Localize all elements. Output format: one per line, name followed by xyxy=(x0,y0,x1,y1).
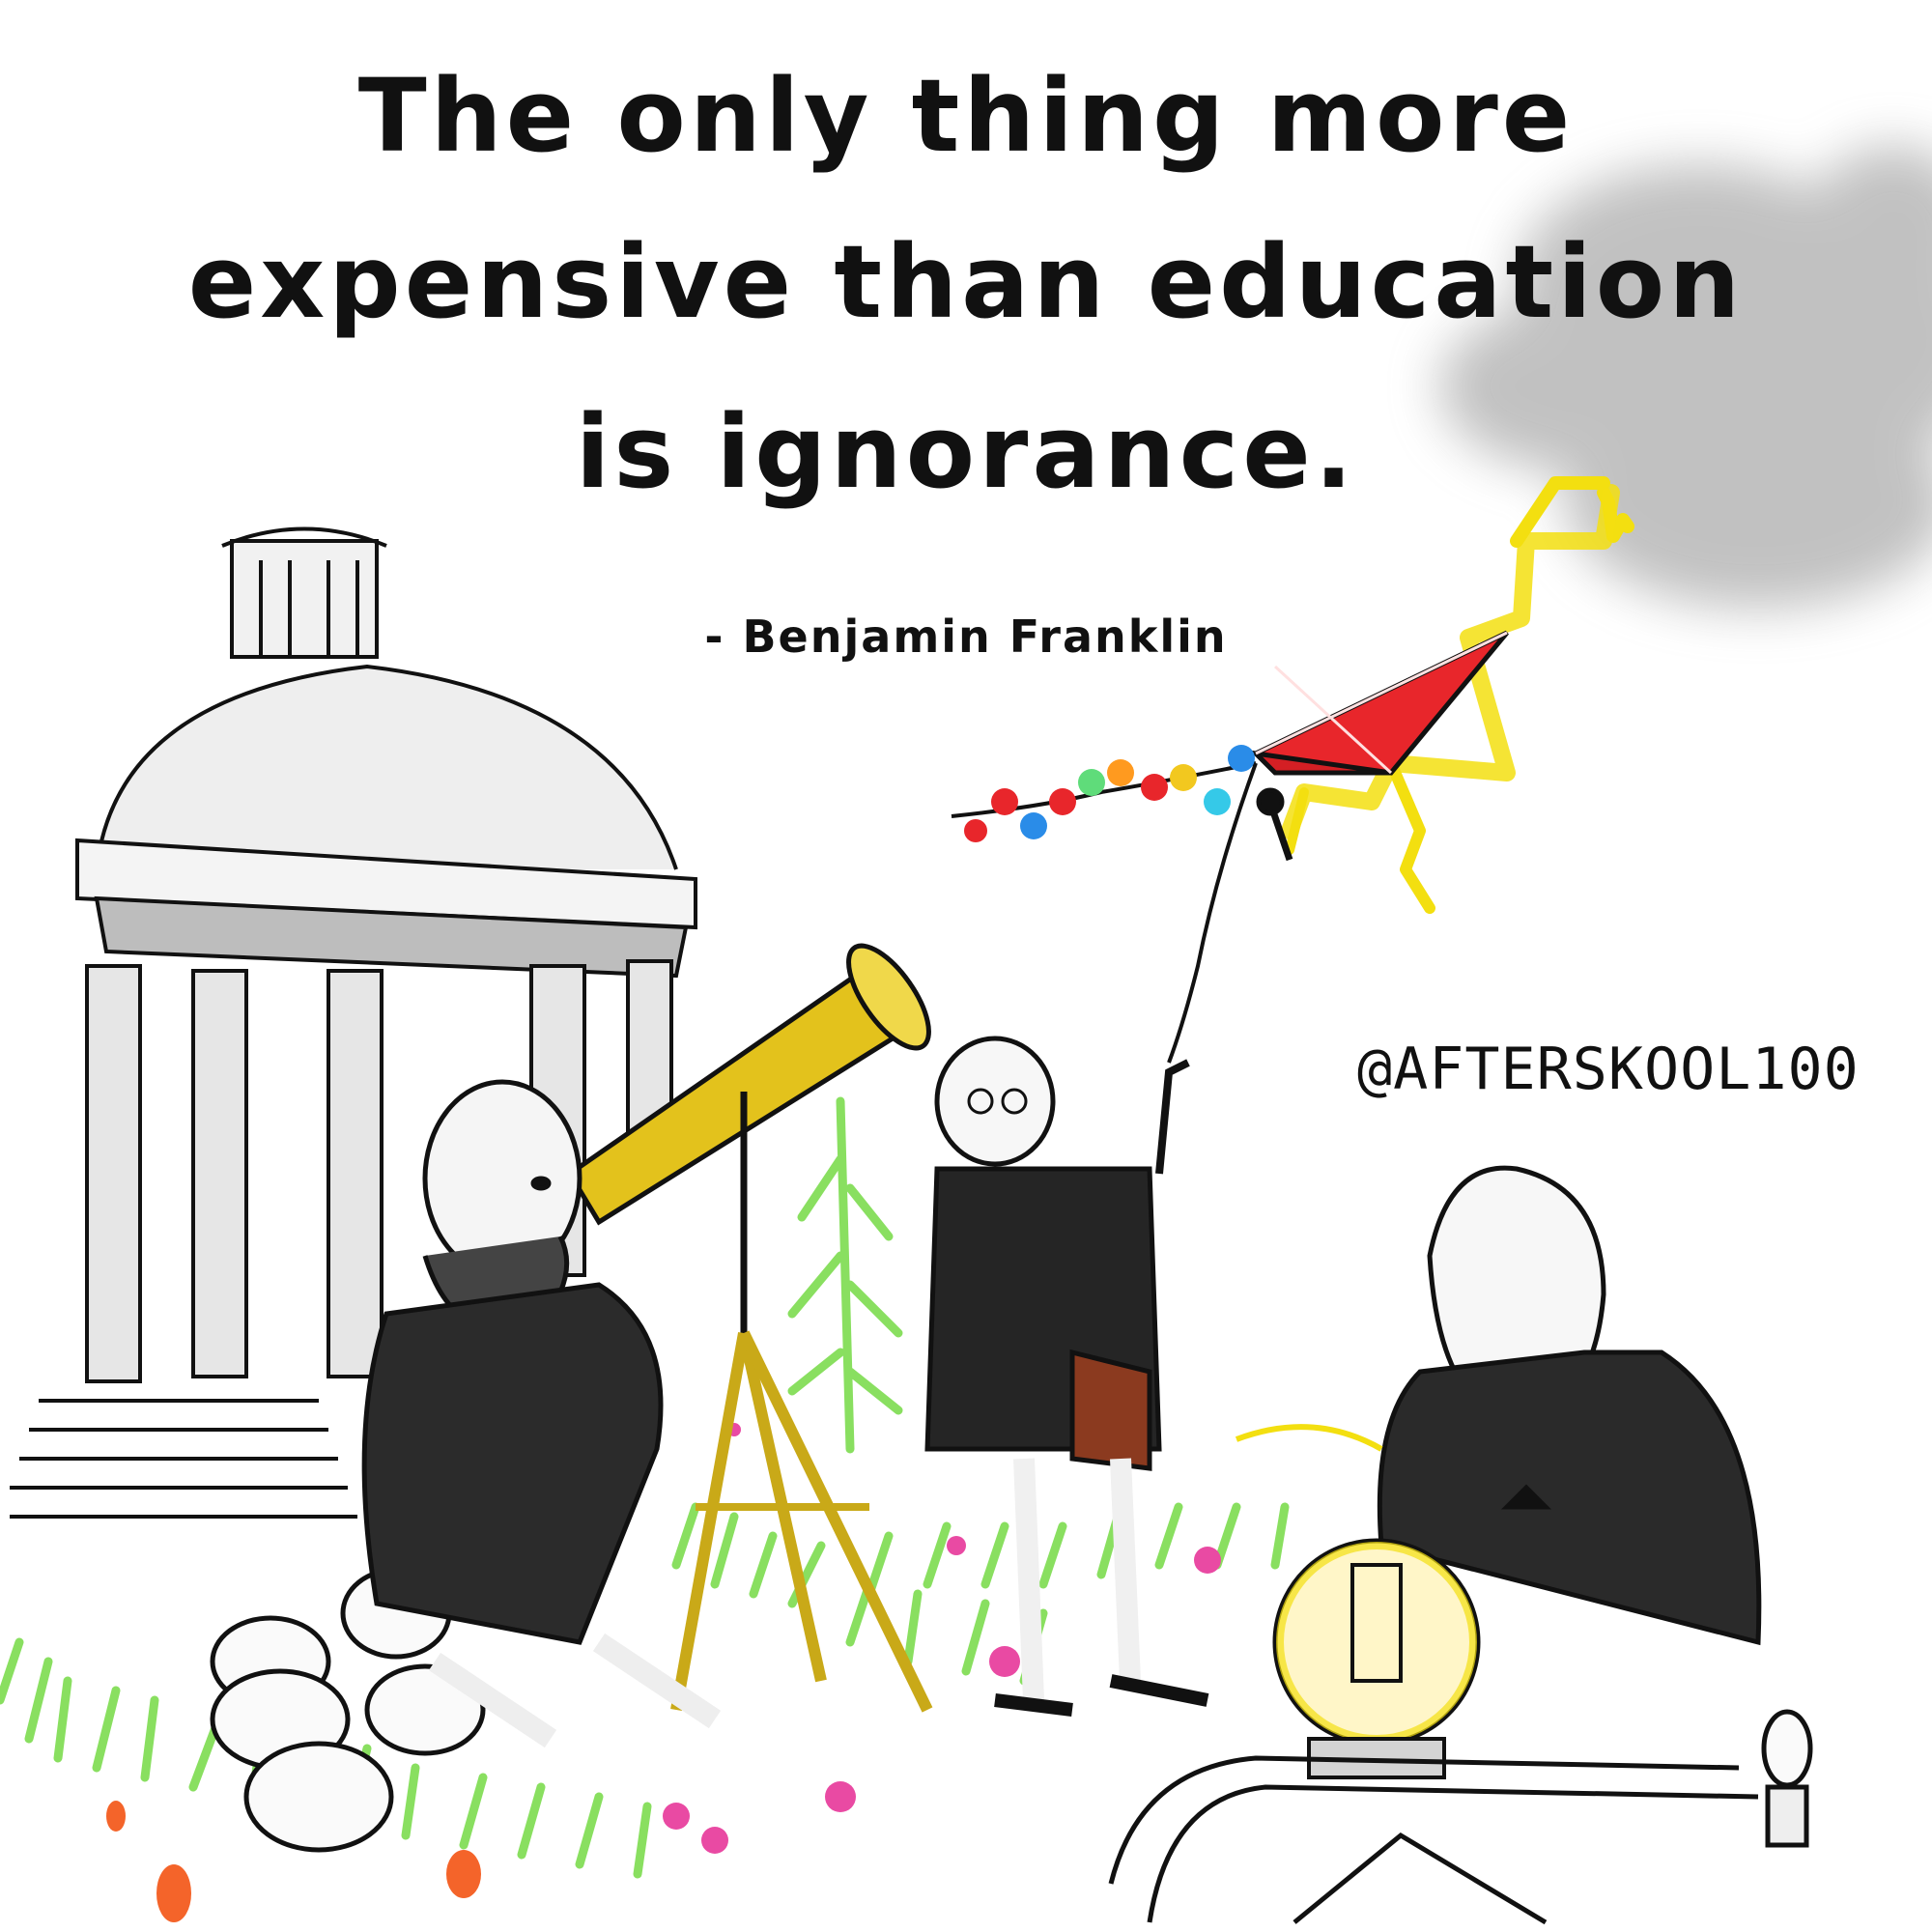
kite-tail xyxy=(951,745,1257,842)
quote-line-1: The only thing more xyxy=(357,57,1575,175)
quote-line-3: is ignorance. xyxy=(575,393,1357,511)
workbench xyxy=(1108,1709,1813,1925)
franklin-figure xyxy=(924,1036,1209,1717)
quote-attribution: - Benjamin Franklin xyxy=(704,611,1228,663)
kite xyxy=(1167,630,1509,1064)
glowing-globe xyxy=(1272,1538,1481,1779)
social-handle: @AFTERSKOOL100 xyxy=(1357,1036,1860,1103)
quote-line-2: expensive than education xyxy=(187,223,1745,341)
lightning-bolt xyxy=(1281,476,1634,914)
